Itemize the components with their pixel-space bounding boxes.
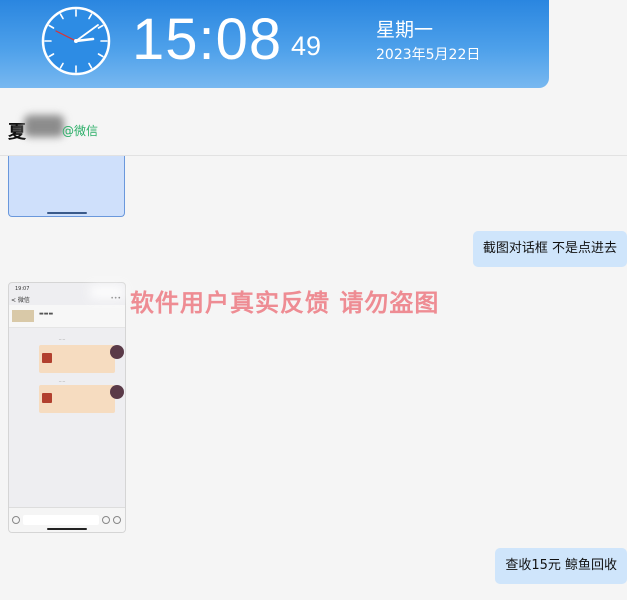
contact-name-redaction — [24, 115, 64, 137]
plus-icon — [113, 516, 121, 524]
contact-source-tag: @微信 — [62, 124, 99, 138]
analog-clock-icon — [41, 6, 111, 76]
screenshot-avatar — [110, 385, 124, 399]
screenshot-card — [39, 385, 115, 413]
redaction-smudge — [90, 285, 124, 299]
screenshot-image-message[interactable]: 19:07 < 微信 ••• ▬▬▬ ─ ─ ─ ─ — [8, 282, 126, 533]
screenshot-input-bar — [9, 507, 125, 532]
watermark-text: 软件用户真实反馈 请勿盗图 — [130, 289, 440, 317]
home-indicator — [47, 212, 87, 214]
screenshot-top-text: ▬▬▬ — [39, 311, 54, 317]
screenshot-avatar — [110, 345, 124, 359]
screenshot-card-icon — [42, 393, 52, 403]
chat-header: 夏 @微信 — [0, 88, 627, 156]
image-message[interactable] — [8, 156, 125, 217]
screenshot-time-label: ─ ─ — [59, 337, 66, 342]
screenshot-card — [39, 345, 115, 373]
clock-date: 2023年5月22日 — [376, 47, 481, 63]
screenshot-card-icon — [42, 353, 52, 363]
clock-banner: 15:08 49 星期一 2023年5月22日 — [0, 0, 549, 88]
screenshot-back-label: < 微信 — [11, 297, 30, 304]
clock-time: 15:08 — [132, 7, 283, 72]
voice-icon — [12, 516, 20, 524]
clock-seconds: 49 — [291, 31, 322, 61]
message-bubble[interactable]: 查收15元 鲸鱼回收 — [495, 548, 627, 584]
screenshot-time-label: ─ ─ — [59, 379, 66, 384]
message-bubble[interactable]: 截图对话框 不是点进去 — [472, 231, 627, 267]
home-indicator — [47, 528, 87, 530]
clock-weekday: 星期一 — [376, 19, 434, 41]
screenshot-input-box — [23, 515, 99, 525]
screenshot-thumbnail — [12, 310, 34, 322]
emoji-icon — [102, 516, 110, 524]
screenshot-status-time: 19:07 — [15, 286, 30, 292]
